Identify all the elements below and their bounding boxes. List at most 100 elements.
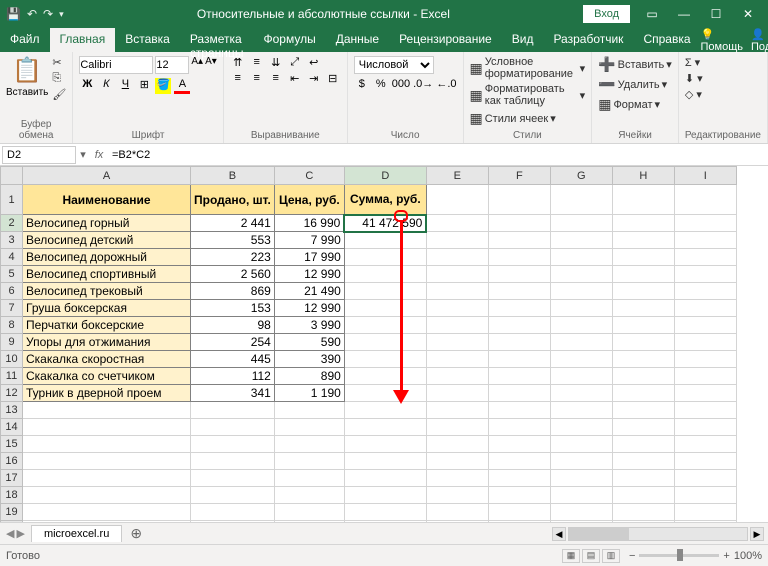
cell-D18[interactable]: [344, 487, 426, 504]
cell-H13[interactable]: [612, 402, 674, 419]
row-header-15[interactable]: 15: [1, 436, 23, 453]
maximize-button[interactable]: ☐: [702, 2, 730, 26]
cell-D8[interactable]: [344, 317, 426, 334]
borders-button[interactable]: ⊞: [136, 78, 152, 94]
number-format-select[interactable]: Числовой: [354, 56, 434, 74]
cell-C7[interactable]: 12 990: [274, 300, 344, 317]
cell-A15[interactable]: [23, 436, 191, 453]
cell-A6[interactable]: Велосипед трековый: [23, 283, 191, 300]
cell-I4[interactable]: [674, 249, 736, 266]
row-header-9[interactable]: 9: [1, 334, 23, 351]
zoom-control[interactable]: − + 100%: [629, 550, 762, 562]
col-header-H[interactable]: H: [612, 167, 674, 185]
cell-B16[interactable]: [191, 453, 275, 470]
cell-H4[interactable]: [612, 249, 674, 266]
cell-H2[interactable]: [612, 215, 674, 232]
cell-G1[interactable]: [550, 185, 612, 215]
cell-D17[interactable]: [344, 470, 426, 487]
cell-E1[interactable]: [426, 185, 488, 215]
cell-F5[interactable]: [488, 266, 550, 283]
cell-B6[interactable]: 869: [191, 283, 275, 300]
cell-I19[interactable]: [674, 504, 736, 521]
increase-indent-icon[interactable]: ⇥: [306, 72, 322, 88]
cell-B3[interactable]: 553: [191, 232, 275, 249]
cell-I13[interactable]: [674, 402, 736, 419]
cell-A20[interactable]: [23, 521, 191, 523]
italic-button[interactable]: К: [98, 78, 114, 94]
tab-formulas[interactable]: Формулы: [253, 28, 325, 52]
cell-E10[interactable]: [426, 351, 488, 368]
redo-icon[interactable]: ↷: [43, 7, 53, 21]
cell-A7[interactable]: Груша боксерская: [23, 300, 191, 317]
horizontal-scrollbar[interactable]: ◀ ▶: [150, 527, 768, 541]
tab-developer[interactable]: Разработчик: [543, 28, 633, 52]
cell-G8[interactable]: [550, 317, 612, 334]
cell-F2[interactable]: [488, 215, 550, 232]
cell-C5[interactable]: 12 990: [274, 266, 344, 283]
cell-E3[interactable]: [426, 232, 488, 249]
cell-D19[interactable]: [344, 504, 426, 521]
cell-H8[interactable]: [612, 317, 674, 334]
cell-A4[interactable]: Велосипед дорожный: [23, 249, 191, 266]
cell-G4[interactable]: [550, 249, 612, 266]
cell-I15[interactable]: [674, 436, 736, 453]
cell-C8[interactable]: 3 990: [274, 317, 344, 334]
cell-B12[interactable]: 341: [191, 385, 275, 402]
cell-E15[interactable]: [426, 436, 488, 453]
cell-C19[interactable]: [274, 504, 344, 521]
cell-A2[interactable]: Велосипед горный: [23, 215, 191, 232]
sign-in-button[interactable]: Вход: [583, 5, 630, 23]
row-header-5[interactable]: 5: [1, 266, 23, 283]
close-button[interactable]: ✕: [734, 2, 762, 26]
row-header-13[interactable]: 13: [1, 402, 23, 419]
cell-A1[interactable]: Наименование: [23, 185, 191, 215]
cell-I10[interactable]: [674, 351, 736, 368]
row-header-8[interactable]: 8: [1, 317, 23, 334]
cell-G9[interactable]: [550, 334, 612, 351]
cell-I2[interactable]: [674, 215, 736, 232]
row-header-4[interactable]: 4: [1, 249, 23, 266]
cell-G10[interactable]: [550, 351, 612, 368]
comma-icon[interactable]: 000: [392, 78, 410, 94]
cell-D10[interactable]: [344, 351, 426, 368]
paste-button[interactable]: 📋 Вставить: [6, 56, 48, 98]
name-box-dropdown-icon[interactable]: ▾: [76, 148, 90, 161]
cell-G18[interactable]: [550, 487, 612, 504]
cell-C12[interactable]: 1 190: [274, 385, 344, 402]
cell-G14[interactable]: [550, 419, 612, 436]
cell-C1[interactable]: Цена, руб.: [274, 185, 344, 215]
row-header-7[interactable]: 7: [1, 300, 23, 317]
new-sheet-button[interactable]: ⊕: [122, 525, 150, 542]
decrease-indent-icon[interactable]: ⇤: [287, 72, 303, 88]
cell-B19[interactable]: [191, 504, 275, 521]
cell-C13[interactable]: [274, 402, 344, 419]
cell-F4[interactable]: [488, 249, 550, 266]
sheet-nav-prev-icon[interactable]: ◀: [6, 527, 14, 540]
row-header-1[interactable]: 1: [1, 185, 23, 215]
align-bottom-icon[interactable]: ⇊: [268, 56, 284, 72]
row-header-18[interactable]: 18: [1, 487, 23, 504]
align-top-icon[interactable]: ⇈: [230, 56, 246, 72]
cell-B7[interactable]: 153: [191, 300, 275, 317]
cell-I8[interactable]: [674, 317, 736, 334]
cell-C15[interactable]: [274, 436, 344, 453]
cell-E13[interactable]: [426, 402, 488, 419]
align-left-icon[interactable]: ≡: [230, 72, 246, 88]
sheet-tab[interactable]: microexcel.ru: [31, 525, 122, 542]
cell-H12[interactable]: [612, 385, 674, 402]
cell-D3[interactable]: [344, 232, 426, 249]
cell-E5[interactable]: [426, 266, 488, 283]
cell-C9[interactable]: 590: [274, 334, 344, 351]
cell-H10[interactable]: [612, 351, 674, 368]
cut-button[interactable]: ✂: [52, 56, 66, 69]
decrease-font-icon[interactable]: A▾: [205, 56, 217, 74]
cell-H20[interactable]: [612, 521, 674, 523]
cell-B9[interactable]: 254: [191, 334, 275, 351]
cell-H16[interactable]: [612, 453, 674, 470]
cell-E4[interactable]: [426, 249, 488, 266]
row-header-12[interactable]: 12: [1, 385, 23, 402]
format-painter-button[interactable]: 🖌: [52, 88, 66, 101]
align-center-icon[interactable]: ≡: [249, 72, 265, 88]
row-header-3[interactable]: 3: [1, 232, 23, 249]
cell-B8[interactable]: 98: [191, 317, 275, 334]
